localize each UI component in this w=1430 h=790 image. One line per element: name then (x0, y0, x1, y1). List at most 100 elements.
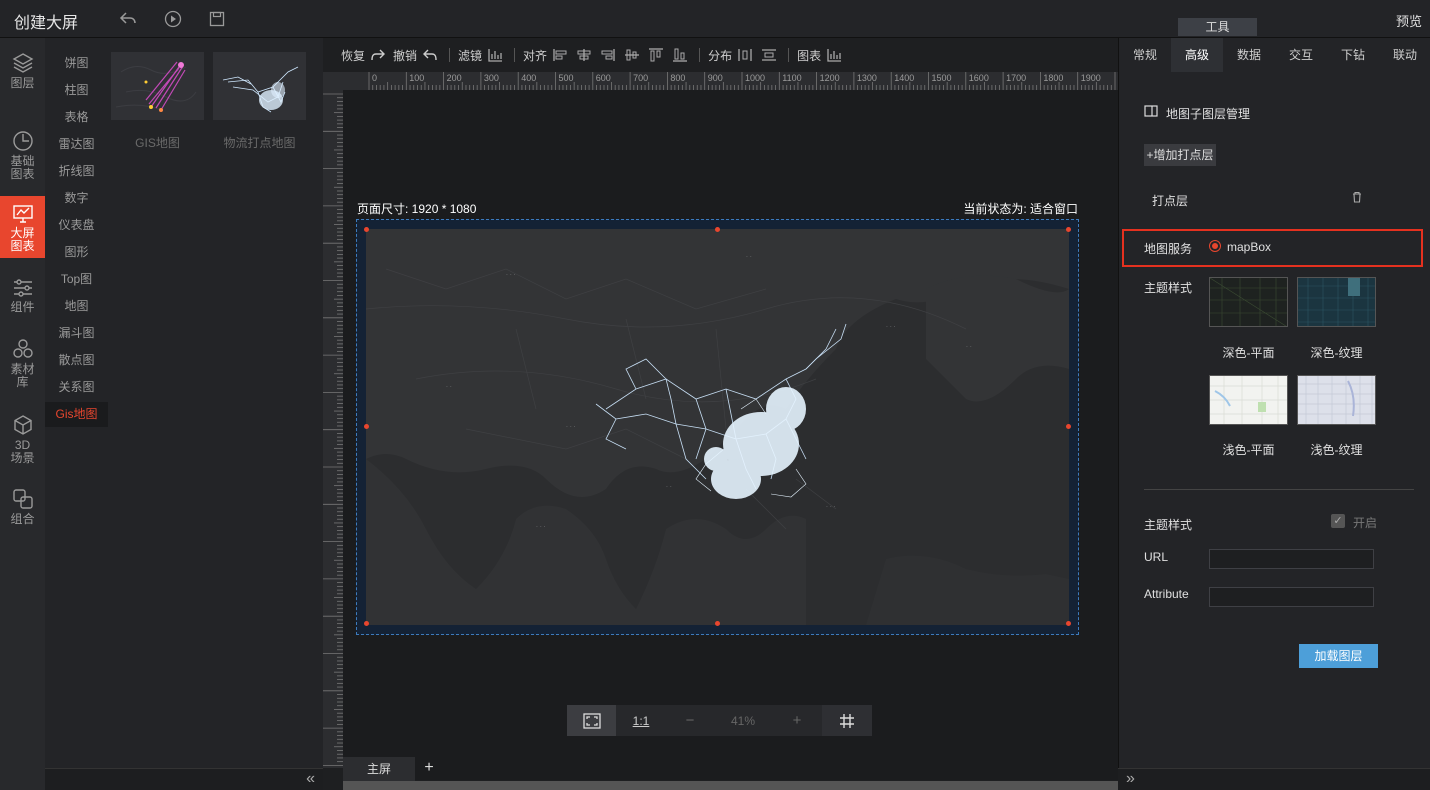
theme-style-label-2: 主题样式 (1144, 518, 1193, 532)
vertical-ruler[interactable] (323, 90, 343, 768)
category-table[interactable]: 表格 (45, 105, 108, 130)
add-screen-button[interactable]: + (419, 757, 439, 781)
category-relation[interactable]: 关系图 (45, 375, 108, 400)
category-scatter[interactable]: 散点图 (45, 348, 108, 373)
add-point-layer-button[interactable]: +增加打点层 (1144, 144, 1216, 166)
nav-3d-scene[interactable]: 3D 场景 (0, 414, 45, 469)
load-layer-button[interactable]: 加载图层 (1299, 644, 1378, 668)
align-bottom-icon[interactable] (671, 47, 689, 63)
trash-icon[interactable] (1352, 191, 1362, 206)
mapbox-option-label[interactable]: mapBox (1227, 240, 1271, 254)
horizontal-ruler[interactable]: 0 100 200 300 400 500 600 700 800 900 1000 1100 1200… (343, 72, 1118, 90)
category-gauge[interactable]: 仪表盘 (45, 213, 108, 238)
attribute-input[interactable] (1209, 587, 1374, 607)
nav-layers[interactable]: 图层 (0, 52, 45, 102)
category-bar[interactable]: 柱图 (45, 78, 108, 103)
tab-drilldown[interactable]: 下钻 (1327, 38, 1379, 72)
zoom-in-button[interactable]: + (772, 705, 822, 736)
style-light-flat-thumb[interactable] (1209, 375, 1288, 425)
thumbnail-logistics-map[interactable] (213, 52, 306, 120)
ruler-label: 1500 (932, 73, 952, 83)
distribute-button[interactable]: 分布 (708, 47, 732, 64)
nav-combine[interactable]: 组合 (0, 488, 45, 530)
undo-arrow-icon[interactable] (118, 9, 138, 29)
nav-screen-charts[interactable]: 大屏 图表 (0, 196, 45, 258)
redo-icon[interactable] (369, 47, 387, 63)
category-radar[interactable]: 雷达图 (45, 132, 108, 157)
toolbar-divider (514, 48, 516, 62)
category-number[interactable]: 数字 (45, 186, 108, 211)
align-right-icon[interactable] (599, 47, 617, 63)
resize-handle-r[interactable] (1066, 424, 1071, 429)
category-line[interactable]: 折线图 (45, 159, 108, 184)
category-gis-map[interactable]: Gis地图 (45, 402, 108, 427)
double-chevron-right-icon[interactable]: » (1126, 770, 1135, 788)
nav-basic-charts[interactable]: 基础 图表 (0, 130, 45, 185)
chart-category-list: 饼图 柱图 表格 雷达图 折线图 数字 仪表盘 图形 Top图 地图 漏斗图 散… (45, 38, 108, 768)
filter-button[interactable]: 滤镜 (458, 47, 482, 64)
resize-handle-bl[interactable] (364, 621, 369, 626)
category-top[interactable]: Top图 (45, 267, 108, 292)
distribute-h-icon[interactable] (736, 47, 754, 63)
fit-screen-icon (582, 712, 601, 729)
category-funnel[interactable]: 漏斗图 (45, 321, 108, 346)
style-dark-flat-thumb[interactable] (1209, 277, 1288, 327)
mapbox-radio[interactable] (1209, 240, 1221, 252)
nav-materials[interactable]: 素材 库 (0, 338, 45, 393)
tools-tab[interactable]: 工具 (1178, 18, 1257, 36)
category-pie[interactable]: 饼图 (45, 51, 108, 76)
left-collapse-bar[interactable]: « (45, 768, 323, 790)
enable-checkbox[interactable]: ✓ (1331, 514, 1345, 528)
property-tabs: 常规 高级 数据 交互 下钻 联动 (1119, 38, 1430, 72)
right-collapse-bar[interactable]: » (1118, 768, 1430, 790)
resize-handle-b[interactable] (715, 621, 720, 626)
resize-handle-l[interactable] (364, 424, 369, 429)
chart-bar-icon[interactable] (825, 47, 843, 63)
category-map[interactable]: 地图 (45, 294, 108, 319)
category-shape[interactable]: 图形 (45, 240, 108, 265)
grid-toggle-button[interactable] (822, 705, 872, 736)
resize-handle-br[interactable] (1066, 621, 1071, 626)
sublayer-icon (1144, 105, 1158, 120)
zoom-out-button[interactable]: − (666, 705, 714, 736)
style-dark-texture-thumb[interactable] (1297, 277, 1376, 327)
align-middle-icon[interactable] (623, 47, 641, 63)
gis-map-widget[interactable]: · · · · · · · · · · · · · · · · · · · · · · · (366, 229, 1069, 625)
resize-handle-tr[interactable] (1066, 227, 1071, 232)
svg-text:· ·: · · (446, 384, 452, 391)
tab-advanced[interactable]: 高级 (1171, 38, 1223, 72)
ruler-label: 1000 (745, 73, 765, 83)
double-chevron-left-icon[interactable]: « (306, 770, 315, 788)
style-light-texture-thumb[interactable] (1297, 375, 1376, 425)
fit-window-button[interactable] (567, 705, 616, 736)
resize-handle-t[interactable] (715, 227, 720, 232)
url-input[interactable] (1209, 549, 1374, 569)
thumbnail-logistics-map-label: 物流打点地图 (223, 136, 296, 150)
nav-components[interactable]: 组件 (0, 278, 45, 320)
restore-button[interactable]: 恢复 (341, 47, 365, 64)
thumbnail-gis-map[interactable] (111, 52, 204, 120)
bar-chart-icon[interactable] (486, 47, 504, 63)
tab-linkage[interactable]: 联动 (1379, 38, 1430, 72)
distribute-v-icon[interactable] (760, 47, 778, 63)
save-icon[interactable] (207, 9, 227, 29)
align-button[interactable]: 对齐 (523, 47, 547, 64)
horizontal-scrollbar[interactable] (343, 781, 1118, 790)
chart-button[interactable]: 图表 (797, 47, 821, 64)
ruler-label: 1100 (782, 73, 801, 83)
ruler-label: 100 (409, 73, 424, 83)
tab-interaction[interactable]: 交互 (1275, 38, 1327, 72)
play-icon[interactable] (163, 9, 183, 29)
align-top-icon[interactable] (647, 47, 665, 63)
material-icon (12, 339, 33, 358)
tab-data[interactable]: 数据 (1223, 38, 1275, 72)
undo-button[interactable]: 撤销 (393, 47, 417, 64)
preview-button[interactable]: 预览 (1396, 11, 1422, 30)
resize-handle-tl[interactable] (364, 227, 369, 232)
align-left-icon[interactable] (551, 47, 569, 63)
screen-tab-main[interactable]: 主屏 (343, 757, 415, 781)
align-center-h-icon[interactable] (575, 47, 593, 63)
undo-icon[interactable] (421, 47, 439, 63)
one-to-one-button[interactable]: 1:1 (616, 705, 666, 736)
tab-general[interactable]: 常规 (1119, 38, 1171, 72)
